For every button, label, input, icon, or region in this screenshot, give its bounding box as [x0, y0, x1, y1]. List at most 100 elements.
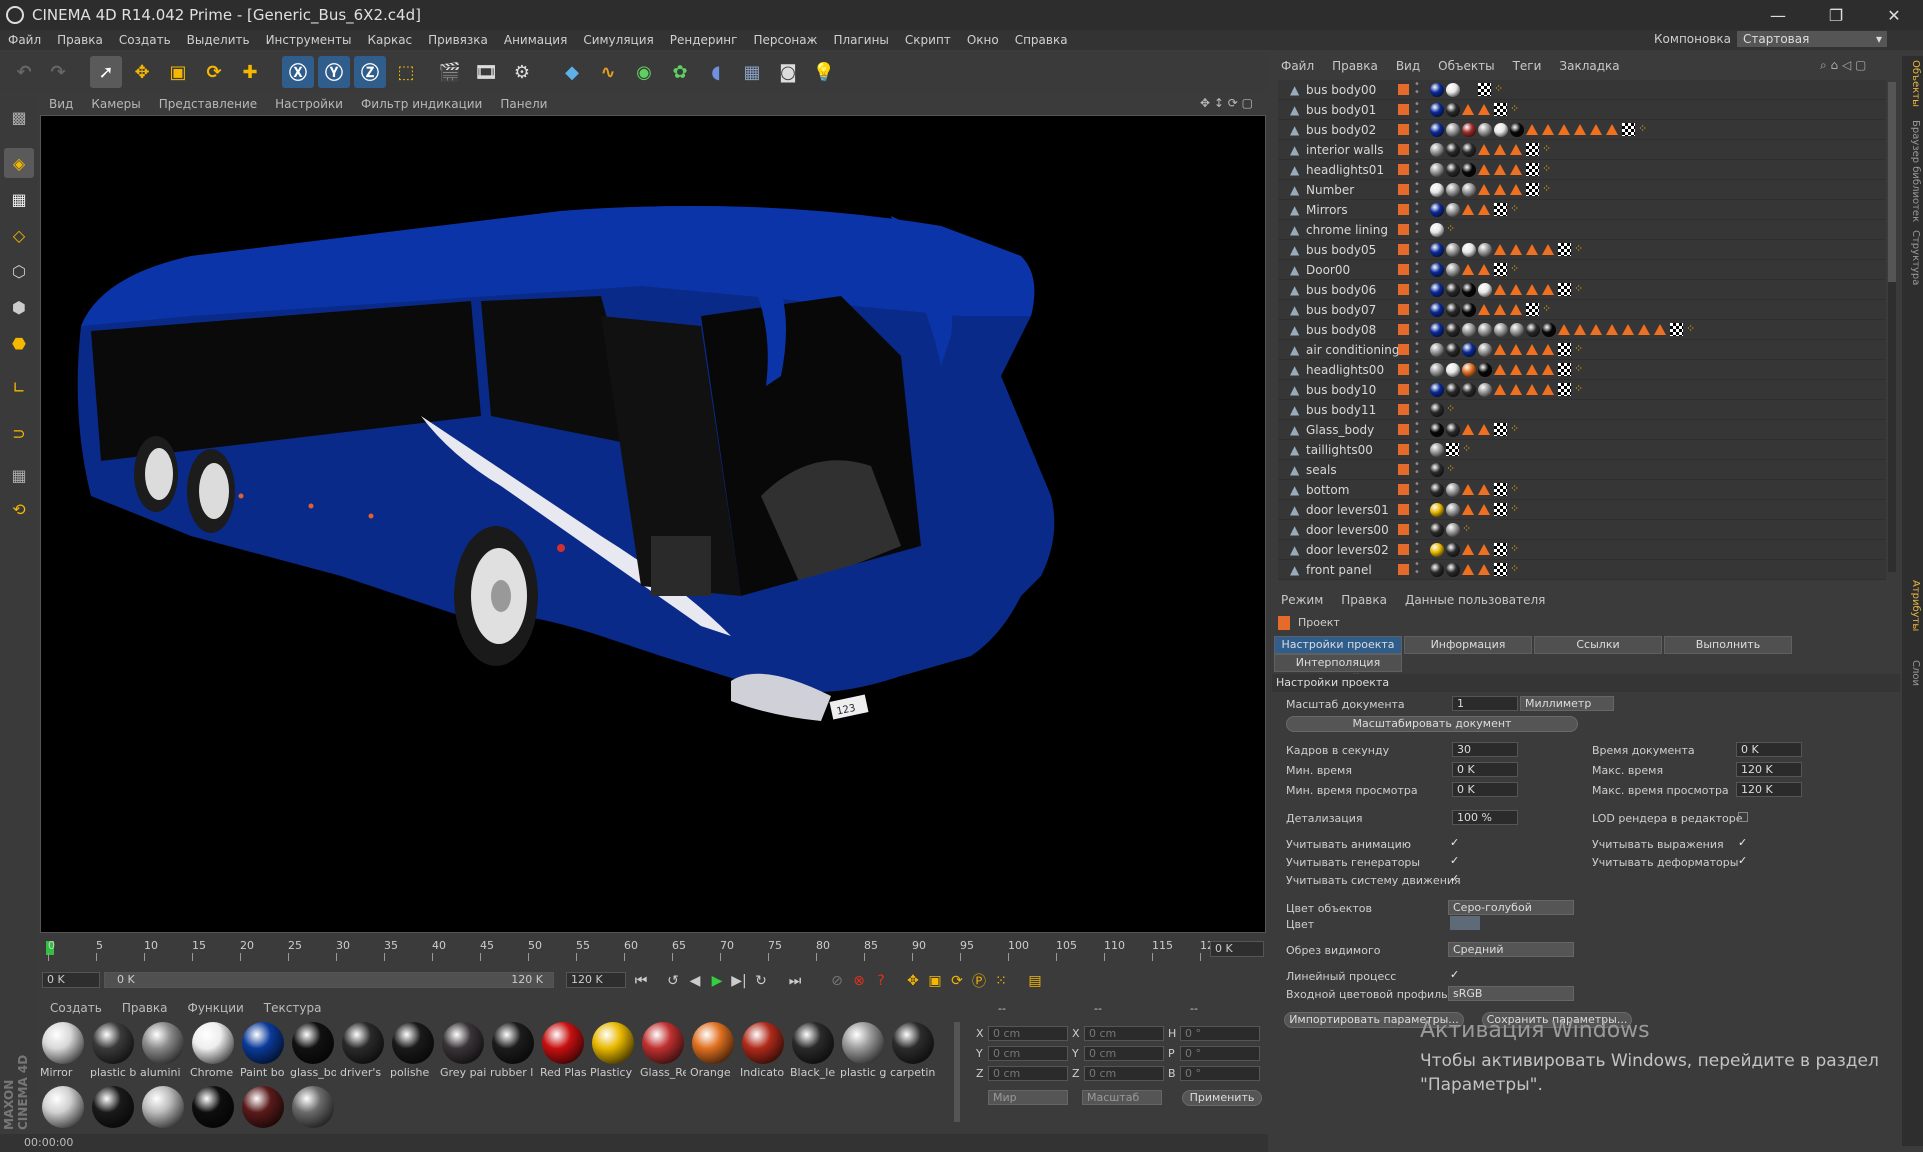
- texture-tag-icon[interactable]: [1510, 164, 1522, 175]
- visibility-dots-icon[interactable]: • •: [1414, 420, 1420, 438]
- selection-tag-icon[interactable]: ⁘: [1510, 102, 1519, 115]
- coord-value-field[interactable]: 0 cm: [988, 1026, 1068, 1041]
- texture-tag-icon[interactable]: [1478, 144, 1490, 155]
- layer-color-icon[interactable]: [1398, 504, 1409, 515]
- record-position-icon[interactable]: ✥: [902, 970, 924, 992]
- selection-tag-icon[interactable]: ⁘: [1510, 202, 1519, 215]
- material-tag-icon[interactable]: [1446, 363, 1460, 377]
- layer-color-icon[interactable]: [1398, 144, 1409, 155]
- obj-color-dropdown[interactable]: Серо-голубой: [1448, 900, 1574, 915]
- material-tag-icon[interactable]: [1462, 163, 1476, 177]
- use-gen-checkbox[interactable]: ✓: [1450, 855, 1460, 866]
- tab-references[interactable]: Ссылки: [1534, 636, 1662, 654]
- material-tag-icon[interactable]: [1478, 243, 1492, 257]
- material-tag-icon[interactable]: [1462, 123, 1476, 137]
- material-swatch[interactable]: carpetin: [890, 1020, 936, 1080]
- vertical-tab[interactable]: Слои: [1904, 660, 1921, 686]
- polygons-mode-icon[interactable]: ⬣: [4, 328, 34, 358]
- visibility-dots-icon[interactable]: • •: [1414, 440, 1420, 458]
- texture-tag-icon[interactable]: [1590, 324, 1602, 335]
- coord-scale-dropdown[interactable]: Масштаб: [1082, 1090, 1162, 1105]
- texture-tag-icon[interactable]: [1542, 124, 1554, 135]
- selection-tag-icon[interactable]: ⁘: [1446, 402, 1455, 415]
- object-row[interactable]: ▲ air conditioning • • ⁘: [1278, 340, 1886, 360]
- uvw-tag-icon[interactable]: [1494, 543, 1507, 556]
- menu-item[interactable]: Каркас: [359, 33, 420, 47]
- material-swatch[interactable]: Orange: [690, 1020, 736, 1080]
- texture-tag-icon[interactable]: [1478, 184, 1490, 195]
- detail-field[interactable]: 100 %: [1452, 810, 1518, 825]
- menu-item[interactable]: Анимация: [496, 33, 575, 47]
- min-time-field[interactable]: 0 K: [1452, 762, 1518, 777]
- visibility-dots-icon[interactable]: • •: [1414, 500, 1420, 518]
- material-tag-icon[interactable]: [1446, 103, 1460, 117]
- object-row[interactable]: ▲ Mirrors • • ⁘: [1278, 200, 1886, 220]
- material-tag-icon[interactable]: [1494, 123, 1508, 137]
- menu-item[interactable]: Привязка: [420, 33, 496, 47]
- coord-value-field[interactable]: 0 cm: [1084, 1026, 1164, 1041]
- make-editable-icon[interactable]: ▩: [4, 102, 34, 132]
- undo-icon[interactable]: ↶: [8, 56, 40, 88]
- material-tag-icon[interactable]: [1446, 423, 1460, 437]
- material-tag-icon[interactable]: [1478, 123, 1492, 137]
- material-swatch[interactable]: polishe: [390, 1020, 436, 1080]
- rotate-tool-icon[interactable]: ⟳: [198, 56, 230, 88]
- material-tag-icon[interactable]: [1446, 483, 1460, 497]
- layer-color-icon[interactable]: [1398, 164, 1409, 175]
- visibility-dots-icon[interactable]: • •: [1414, 80, 1420, 98]
- texture-tag-icon[interactable]: [1478, 204, 1490, 215]
- visibility-dots-icon[interactable]: • •: [1414, 100, 1420, 118]
- menu-item[interactable]: Окно: [959, 33, 1007, 47]
- material-menu-item[interactable]: Функции: [178, 1001, 254, 1015]
- texture-tag-icon[interactable]: [1478, 484, 1490, 495]
- texture-tag-icon[interactable]: [1542, 284, 1554, 295]
- texture-tag-icon[interactable]: [1510, 364, 1522, 375]
- coord-value-field[interactable]: 0 cm: [1084, 1046, 1164, 1061]
- material-tag-icon[interactable]: [1446, 143, 1460, 157]
- uvw-tag-icon[interactable]: [1526, 163, 1539, 176]
- visibility-dots-icon[interactable]: • •: [1414, 120, 1420, 138]
- texture-tag-icon[interactable]: [1462, 104, 1474, 115]
- material-tag-icon[interactable]: [1462, 143, 1476, 157]
- visibility-dots-icon[interactable]: • •: [1414, 560, 1420, 578]
- material-swatch[interactable]: driver's: [340, 1020, 386, 1080]
- object-row[interactable]: ▲ bus body08 • • ⁘: [1278, 320, 1886, 340]
- coord-value-field[interactable]: 0 cm: [1084, 1066, 1164, 1081]
- texture-tag-icon[interactable]: [1606, 324, 1618, 335]
- material-tag-icon[interactable]: [1430, 183, 1444, 197]
- material-tag-icon[interactable]: [1526, 323, 1540, 337]
- texture-tag-icon[interactable]: [1494, 344, 1506, 355]
- visibility-dots-icon[interactable]: • •: [1414, 320, 1420, 338]
- layer-color-icon[interactable]: [1398, 284, 1409, 295]
- preview-range-slider[interactable]: 0 K 120 K: [104, 972, 554, 988]
- light-icon[interactable]: 💡: [808, 56, 840, 88]
- visibility-dots-icon[interactable]: • •: [1414, 520, 1420, 538]
- layer-color-icon[interactable]: [1398, 364, 1409, 375]
- menu-item[interactable]: Правка: [49, 33, 111, 47]
- material-swatch[interactable]: Glass_Re: [640, 1020, 686, 1080]
- go-to-end-icon[interactable]: ⏭: [784, 970, 806, 992]
- object-row[interactable]: ▲ headlights00 • • ⁘: [1278, 360, 1886, 380]
- end-frame-field[interactable]: 120 K: [566, 972, 626, 988]
- record-active-icon[interactable]: ⊘: [826, 970, 848, 992]
- use-anim-checkbox[interactable]: ✓: [1450, 837, 1460, 848]
- viewport[interactable]: 123: [40, 115, 1266, 933]
- material-swatch[interactable]: plastic b: [90, 1020, 136, 1080]
- object-row[interactable]: ▲ bottom • • ⁘: [1278, 480, 1886, 500]
- texture-tag-icon[interactable]: [1478, 544, 1490, 555]
- texture-tag-icon[interactable]: [1510, 344, 1522, 355]
- layer-color-icon[interactable]: [1398, 204, 1409, 215]
- material-tag-icon[interactable]: [1478, 283, 1492, 297]
- menu-item[interactable]: Создать: [111, 33, 179, 47]
- layout-selector[interactable]: Компоновка Стартовая ▾: [1654, 31, 1887, 47]
- selection-tag-icon[interactable]: ⁘: [1686, 322, 1695, 335]
- menu-item[interactable]: Персонаж: [745, 33, 825, 47]
- selection-tag-icon[interactable]: ⁘: [1510, 562, 1519, 575]
- scale-tool-icon[interactable]: ▣: [162, 56, 194, 88]
- clip-dropdown[interactable]: Средний: [1448, 942, 1574, 957]
- texture-tag-icon[interactable]: [1510, 304, 1522, 315]
- material-tag-icon[interactable]: [1430, 103, 1444, 117]
- tab-key-interpolation[interactable]: Интерполяция ключей: [1274, 654, 1402, 685]
- maximize-button[interactable]: ❐: [1807, 0, 1865, 30]
- model-mode-icon[interactable]: ◈: [4, 148, 34, 178]
